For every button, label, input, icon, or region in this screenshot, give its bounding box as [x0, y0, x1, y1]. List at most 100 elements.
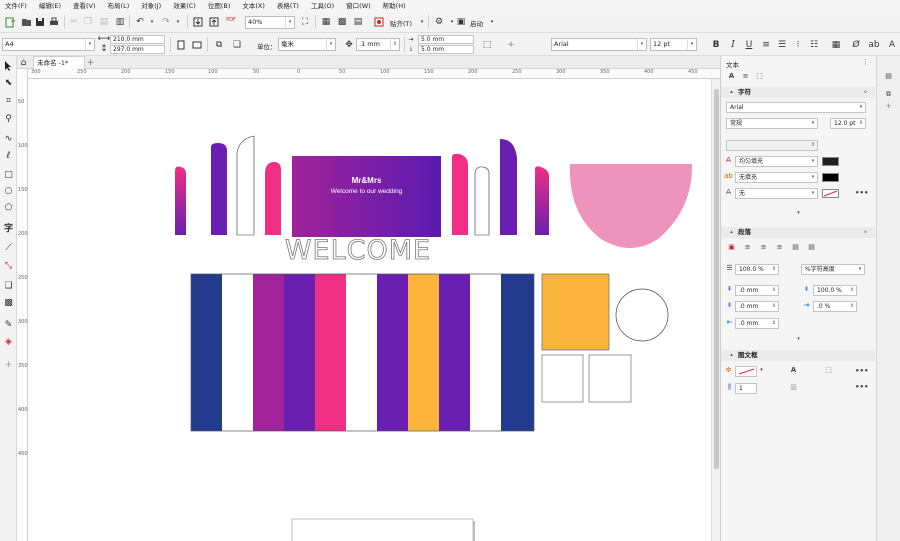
drop-cap-icon[interactable]: ▦	[830, 39, 842, 51]
paste-icon[interactable]: ▤	[98, 16, 110, 28]
landscape-icon[interactable]	[191, 39, 203, 51]
justify-icon[interactable]: ▤	[791, 243, 800, 252]
column-settings-icon[interactable]: ▥	[789, 383, 798, 392]
vertical-scrollbar[interactable]	[711, 79, 720, 541]
frame-tab-icon[interactable]: ⬚	[755, 72, 764, 81]
open-icon[interactable]	[20, 16, 32, 28]
horizontal-ruler[interactable]: 300 250 200 150 100 50 0 50 100 150 200 …	[28, 69, 720, 79]
add-tool-icon[interactable]: +	[2, 358, 15, 371]
menu-window[interactable]: 窗口(W)	[340, 0, 377, 12]
add-page-frame-icon[interactable]: +	[505, 39, 517, 51]
duplicate-y-field[interactable]: 5.0 mm	[418, 45, 474, 54]
bold-icon[interactable]: B	[710, 39, 722, 51]
menu-layout[interactable]: 布局(L)	[102, 0, 136, 12]
menu-text[interactable]: 文本(X)	[236, 0, 271, 12]
show-guidelines-icon[interactable]: ▤	[352, 16, 364, 28]
panel-size-field[interactable]: 12.0 pt ⇕	[830, 118, 866, 129]
new-document-icon[interactable]	[4, 16, 16, 28]
menu-tools[interactable]: 工具(O)	[305, 0, 340, 12]
page-border-icon[interactable]: ⬚	[481, 39, 493, 51]
parallel-dimension-icon[interactable]: ⟋	[2, 241, 15, 254]
more-options-icon[interactable]: •••	[855, 367, 868, 376]
launch-dropdown-icon[interactable]: ▾	[486, 16, 498, 28]
scroll-thumb[interactable]	[714, 89, 719, 469]
pdf-icon[interactable]: PDF	[224, 14, 238, 26]
print-icon[interactable]	[48, 16, 60, 28]
zoom-tool-icon[interactable]: ⚲	[2, 112, 15, 125]
vertical-text-icon[interactable]: A	[886, 39, 898, 51]
collapse-paragraph-icon[interactable]: ▴	[727, 228, 736, 237]
side-tab-add-icon[interactable]: +	[884, 102, 893, 111]
edit-text-icon[interactable]: ab	[868, 39, 880, 51]
menu-effects[interactable]: 效果(C)	[167, 0, 202, 12]
frame-fill-dropdown-icon[interactable]: ▾	[757, 366, 766, 375]
paragraph-section-header[interactable]: 段落	[721, 227, 875, 238]
panel-font-combo[interactable]: Arial ▾	[726, 102, 866, 113]
font-family-combo[interactable]: Arial ▾	[551, 38, 647, 51]
menu-table[interactable]: 表格(T)	[271, 0, 305, 12]
line-spacing-field[interactable]: 100.0 % ⇕	[735, 264, 779, 275]
indent-field[interactable]: .0 mm ⇕	[735, 318, 779, 329]
copy-icon[interactable]: ❐	[82, 16, 94, 28]
connector-tool-icon[interactable]: ⤡	[2, 259, 15, 272]
text-frame-icon[interactable]: A	[789, 366, 798, 375]
spacing-mode-combo[interactable]: %字符高度 ▾	[801, 264, 865, 275]
character-section-header[interactable]: 字符	[721, 87, 875, 98]
text-align-dropdown-icon[interactable]: ☰	[776, 39, 788, 51]
panel-style-combo[interactable]: 常规 ▾	[726, 118, 818, 129]
launch-label[interactable]: 启动	[470, 18, 483, 28]
menu-edit[interactable]: 编辑(E)	[33, 0, 67, 12]
home-icon[interactable]: ⌂	[18, 57, 29, 68]
kerning-field[interactable]: ⇕	[726, 140, 818, 151]
menu-view[interactable]: 查看(V)	[67, 0, 102, 12]
units-combo[interactable]: 毫米 ▾	[278, 38, 336, 51]
expand-character-icon[interactable]: ▾	[794, 209, 803, 218]
banner-subtitle[interactable]: Welcome to our wedding	[292, 188, 441, 195]
expand-paragraph-icon[interactable]: ▾	[794, 335, 803, 344]
zoom-level-combo[interactable]: 40% ▾	[245, 16, 295, 29]
frame-fill-swatch[interactable]	[735, 366, 757, 377]
text-fill-type-combo[interactable]: 均匀填充 ▾	[735, 156, 818, 167]
align-center-icon[interactable]: ≡	[759, 243, 768, 252]
artistic-media-icon[interactable]: ℓ	[2, 149, 15, 162]
polygon-tool-icon[interactable]: ⬠	[2, 201, 15, 214]
background-fill-combo[interactable]: 无填充 ▾	[735, 172, 818, 183]
no-align-icon[interactable]: ▣	[727, 243, 736, 252]
underline-icon[interactable]: U	[743, 39, 755, 51]
nudge-distance-field[interactable]: .1 mm ⇕	[356, 38, 400, 51]
menu-bitmaps[interactable]: 位图(B)	[202, 0, 237, 12]
clipboard-icon[interactable]: ▥	[114, 16, 126, 28]
document-tab[interactable]: 未命名 -1*	[33, 56, 85, 69]
vertical-align-icon[interactable]: ⬚	[824, 366, 833, 375]
collapse-chevron-icon[interactable]: ▴	[727, 88, 736, 97]
space-after-field[interactable]: .0 mm ⇕	[735, 301, 779, 312]
paragraph-tab-icon[interactable]: ≡	[741, 72, 750, 81]
portrait-icon[interactable]	[175, 39, 187, 51]
more-frame-options-icon[interactable]: •••	[855, 383, 868, 392]
outline-width-combo[interactable]: 无 ▾	[735, 188, 818, 199]
page-size-combo[interactable]: A4 ▾	[2, 38, 95, 51]
ellipse-tool-icon[interactable]: ○	[2, 184, 15, 197]
current-page-icon[interactable]: ❏	[231, 39, 243, 51]
freehand-tool-icon[interactable]: ∿	[2, 132, 15, 145]
align-left-icon[interactable]: ≡	[743, 243, 752, 252]
undo-icon[interactable]: ↶	[134, 16, 146, 28]
font-size-combo[interactable]: 12 pt ▾	[650, 38, 697, 51]
show-grid-icon[interactable]: ▩	[336, 16, 348, 28]
show-rulers-icon[interactable]: ▦	[320, 16, 332, 28]
space-before-field[interactable]: .0 mm ⇕	[735, 285, 779, 296]
columns-field[interactable]: 1	[735, 383, 757, 394]
all-pages-icon[interactable]: ⧉	[213, 39, 225, 51]
page-height-field[interactable]: 297.0 mm	[110, 45, 165, 54]
launch-icon[interactable]: ▣	[455, 16, 467, 28]
options-gear-icon[interactable]: ⚙	[433, 16, 445, 28]
undo-dropdown-icon[interactable]: ▾	[146, 16, 158, 28]
collapse-frame-icon[interactable]: ▴	[727, 351, 736, 360]
menu-file[interactable]: 文件(F)	[0, 0, 33, 12]
text-fill-color-swatch[interactable]	[822, 157, 839, 166]
page-width-field[interactable]: 210.0 mm	[110, 35, 165, 44]
align-icon[interactable]: ≡	[760, 39, 772, 51]
character-spacing-field[interactable]: 100.0 % ⇕	[813, 285, 857, 296]
frame-section-header[interactable]: 图文框	[721, 350, 875, 361]
force-justify-icon[interactable]: ▤	[807, 243, 816, 252]
